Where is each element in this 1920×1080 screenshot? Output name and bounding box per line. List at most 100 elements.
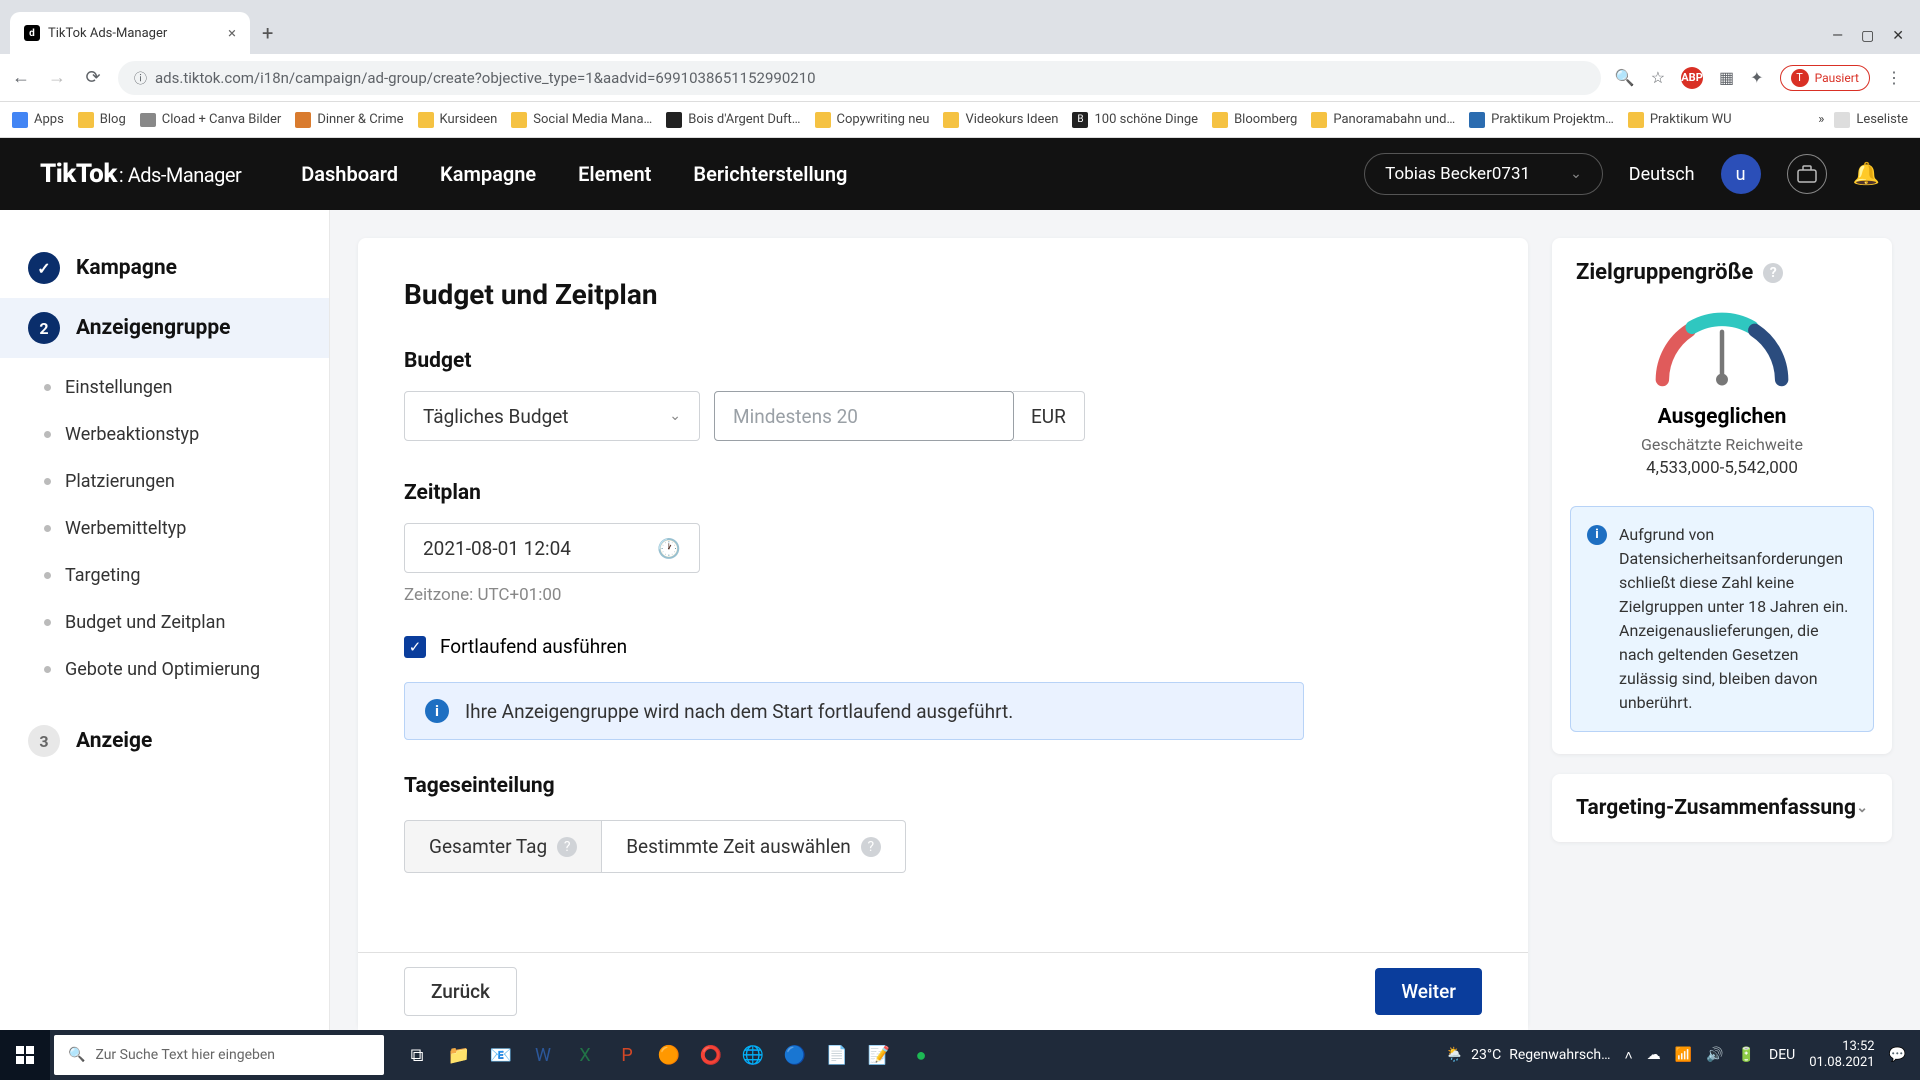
dayparting-allday-tab[interactable]: Gesamter Tag ? — [404, 820, 602, 873]
schedule-label: Zeitplan — [404, 481, 1482, 505]
powerpoint-icon[interactable]: P — [608, 1035, 646, 1075]
bell-icon[interactable]: 🔔 — [1853, 162, 1880, 187]
chrome-icon[interactable]: 🌐 — [734, 1035, 772, 1075]
notepad-icon[interactable]: 📝 — [860, 1035, 898, 1075]
bookmark[interactable]: Videokurs Ideen — [943, 112, 1058, 128]
app-icon[interactable]: 📄 — [818, 1035, 856, 1075]
search-icon: 🔍 — [68, 1047, 85, 1063]
account-selector[interactable]: Tobias Becker0731 ⌄ — [1364, 153, 1603, 195]
wifi-icon[interactable]: 📶 — [1675, 1047, 1692, 1063]
browser-tab[interactable]: d TikTok Ads-Manager × — [10, 12, 250, 54]
weather-widget[interactable]: 🌦️ 23°C Regenwahrsch… — [1446, 1047, 1611, 1063]
targeting-summary-card[interactable]: Targeting-Zusammenfassung ⌄ — [1552, 774, 1892, 842]
tab-title: TikTok Ads-Manager — [48, 26, 167, 41]
info-icon: i — [425, 699, 449, 723]
cloud-icon[interactable]: ☁ — [1647, 1047, 1661, 1063]
bookmark[interactable]: B100 schöne Dinge — [1072, 112, 1198, 128]
forward-icon: → — [46, 67, 68, 88]
edge-icon[interactable]: 🔵 — [776, 1035, 814, 1075]
apps-bookmark[interactable]: Apps — [12, 112, 64, 128]
tray-chevron-icon[interactable]: ˄ — [1625, 1047, 1633, 1064]
window-close-icon[interactable]: ✕ — [1892, 28, 1904, 44]
reading-list-button[interactable]: Leseliste — [1834, 112, 1908, 128]
explorer-icon[interactable]: 📁 — [440, 1035, 478, 1075]
profile-paused-badge[interactable]: T Pausiert — [1780, 65, 1870, 91]
next-button[interactable]: Weiter — [1375, 968, 1482, 1015]
nav-element[interactable]: Element — [578, 162, 651, 186]
back-icon[interactable]: ← — [10, 67, 32, 88]
task-view-icon[interactable]: ⧉ — [398, 1035, 436, 1075]
window-maximize-icon[interactable]: ▢ — [1861, 28, 1874, 44]
bookmark[interactable]: Cload + Canva Bilder — [140, 112, 282, 127]
help-icon[interactable]: ? — [1763, 263, 1783, 283]
help-icon[interactable]: ? — [861, 837, 881, 857]
close-tab-icon[interactable]: × — [228, 24, 236, 42]
substep-settings[interactable]: Einstellungen — [0, 364, 329, 411]
substep-bidding[interactable]: Gebote und Optimierung — [0, 646, 329, 693]
input-lang[interactable]: DEU — [1769, 1047, 1795, 1063]
bookmark[interactable]: Praktikum Projektm… — [1469, 112, 1614, 128]
reload-icon[interactable]: ⟳ — [82, 67, 104, 88]
nav-reporting[interactable]: Berichterstellung — [693, 162, 847, 186]
extensions-puzzle-icon[interactable]: ✦ — [1750, 68, 1763, 87]
audience-gauge — [1647, 305, 1797, 387]
bookmark[interactable]: Praktikum WU — [1628, 112, 1732, 128]
bookmark[interactable]: Social Media Mana… — [511, 112, 652, 128]
notifications-icon[interactable]: 💬 — [1889, 1047, 1906, 1063]
step-ad[interactable]: 3 Anzeige — [0, 711, 329, 771]
weather-icon: 🌦️ — [1446, 1047, 1463, 1063]
nav-kampagne[interactable]: Kampagne — [440, 162, 536, 186]
budget-label: Budget — [404, 349, 1482, 373]
obs-icon[interactable]: ⭕ — [692, 1035, 730, 1075]
star-icon[interactable]: ☆ — [1651, 68, 1665, 87]
new-tab-button[interactable]: + — [250, 21, 285, 45]
window-minimize-icon[interactable]: — — [1832, 28, 1843, 44]
language-selector[interactable]: Deutsch — [1629, 164, 1695, 185]
zoom-icon[interactable]: 🔍 — [1615, 68, 1635, 87]
bookmark[interactable]: Bois d'Argent Duft… — [666, 112, 800, 128]
bookmark[interactable]: Dinner & Crime — [295, 112, 403, 128]
start-button[interactable] — [0, 1030, 50, 1080]
bookmark[interactable]: Copywriting neu — [815, 112, 930, 128]
budget-amount-input[interactable] — [714, 391, 1014, 441]
excel-icon[interactable]: X — [566, 1035, 604, 1075]
substep-creative-type[interactable]: Werbemitteltyp — [0, 505, 329, 552]
address-bar[interactable]: ⓘ ads.tiktok.com/i18n/campaign/ad-group/… — [118, 61, 1601, 95]
bookmarks-overflow-icon[interactable]: » — [1818, 112, 1824, 127]
volume-icon[interactable]: 🔊 — [1706, 1047, 1723, 1063]
continuous-checkbox[interactable]: ✓ — [404, 636, 426, 658]
bookmark[interactable]: Blog — [78, 112, 126, 128]
start-datetime-picker[interactable]: 2021-08-01 12:04 🕐 — [404, 523, 700, 573]
briefcase-icon[interactable] — [1787, 154, 1827, 194]
user-avatar[interactable]: u — [1721, 154, 1761, 194]
bookmark[interactable]: Bloomberg — [1212, 112, 1297, 128]
windows-taskbar: 🔍 Zur Suche Text hier eingeben ⧉ 📁 📧 W X… — [0, 1030, 1920, 1080]
spotify-icon[interactable]: ● — [902, 1035, 940, 1075]
substep-targeting[interactable]: Targeting — [0, 552, 329, 599]
mail-icon[interactable]: 📧 — [482, 1035, 520, 1075]
tab-favicon: d — [24, 25, 40, 41]
bookmark[interactable]: Panoramabahn und… — [1311, 112, 1455, 128]
substep-promotype[interactable]: Werbeaktionstyp — [0, 411, 329, 458]
taskbar-search[interactable]: 🔍 Zur Suche Text hier eingeben — [54, 1035, 384, 1075]
budget-type-select[interactable]: Tägliches Budget ⌄ — [404, 391, 700, 441]
step-adgroup[interactable]: 2 Anzeigengruppe — [0, 298, 329, 358]
more-menu-icon[interactable]: ⋮ — [1886, 68, 1902, 87]
help-icon[interactable]: ? — [557, 837, 577, 857]
taskbar-clock[interactable]: 13:52 01.08.2021 — [1809, 1039, 1874, 1070]
reach-label: Geschätzte Reichweite — [1641, 435, 1803, 454]
substep-placements[interactable]: Platzierungen — [0, 458, 329, 505]
dayparting-specific-tab[interactable]: Bestimmte Zeit auswählen ? — [602, 820, 906, 873]
extension-icon[interactable]: ▦ — [1719, 68, 1734, 87]
battery-icon[interactable]: 🔋 — [1738, 1047, 1755, 1063]
word-icon[interactable]: W — [524, 1035, 562, 1075]
substep-budget-schedule[interactable]: Budget und Zeitplan — [0, 599, 329, 646]
app-icon[interactable]: 🟠 — [650, 1035, 688, 1075]
nav-dashboard[interactable]: Dashboard — [301, 162, 398, 186]
bookmark[interactable]: Kursideen — [418, 112, 498, 128]
abp-extension-icon[interactable]: ABP — [1681, 67, 1703, 89]
back-button[interactable]: Zurück — [404, 967, 517, 1016]
tiktok-logo[interactable]: TikTok: Ads-Manager — [40, 159, 241, 189]
step-campaign[interactable]: Kampagne — [0, 238, 329, 298]
clock-icon: 🕐 — [657, 537, 681, 560]
